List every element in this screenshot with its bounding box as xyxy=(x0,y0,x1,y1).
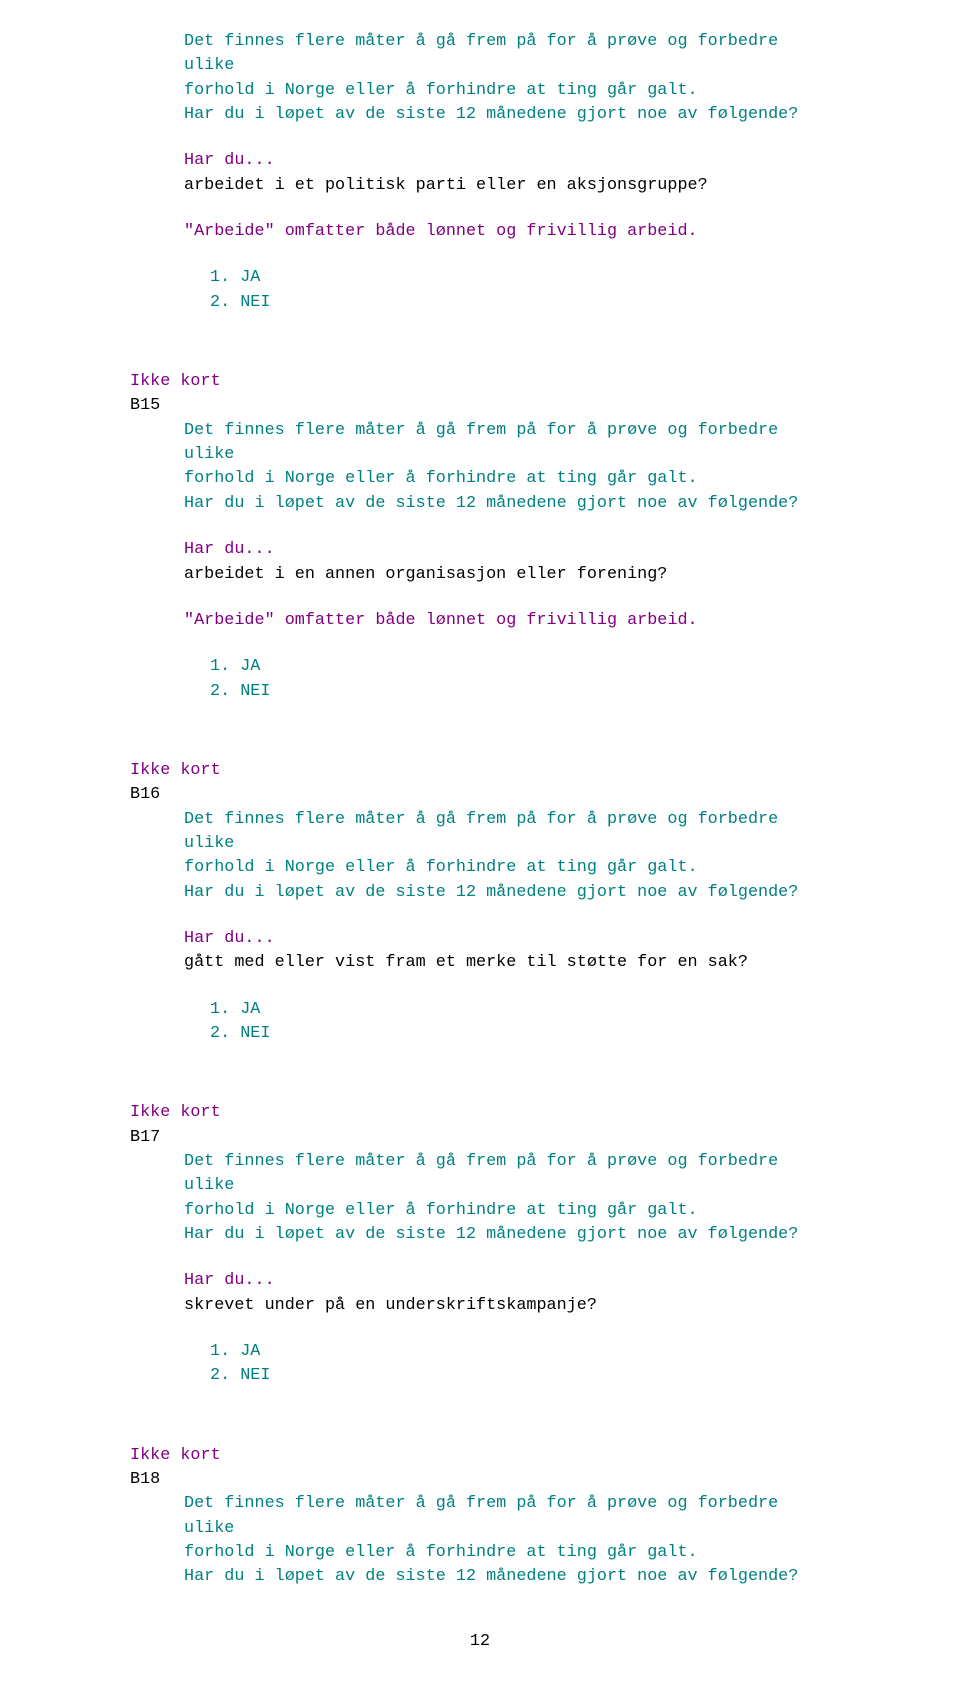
intro-line: Har du i løpet av de siste 12 månedene g… xyxy=(184,1565,830,1589)
card-note: Ikke kort xyxy=(130,1444,830,1468)
question-b15: Ikke kort B15 Det finnes flere måter å g… xyxy=(130,370,830,704)
lead-in: Har du... xyxy=(184,1269,830,1293)
question-code: B17 xyxy=(130,1126,830,1150)
lead-in: Har du... xyxy=(184,538,830,562)
card-note: Ikke kort xyxy=(130,370,830,394)
answer-option: 1. JA xyxy=(210,1340,830,1364)
intro-line: Har du i løpet av de siste 12 månedene g… xyxy=(184,103,830,127)
question-item: arbeidet i en annen organisasjon eller f… xyxy=(184,563,830,587)
question-b17: Ikke kort B17 Det finnes flere måter å g… xyxy=(130,1101,830,1388)
intro-line: Det finnes flere måter å gå frem på for … xyxy=(184,808,830,857)
question-item: skrevet under på en underskriftskampanje… xyxy=(184,1294,830,1318)
answer-option: 2. NEI xyxy=(210,680,830,704)
question-b16: Ikke kort B16 Det finnes flere måter å g… xyxy=(130,759,830,1046)
intro-line: Det finnes flere måter å gå frem på for … xyxy=(184,419,830,468)
intro-line: Har du i løpet av de siste 12 månedene g… xyxy=(184,881,830,905)
intro-line: Det finnes flere måter å gå frem på for … xyxy=(184,30,830,79)
card-note: Ikke kort xyxy=(130,759,830,783)
question-code: B15 xyxy=(130,394,830,418)
intro-line: Har du i løpet av de siste 12 månedene g… xyxy=(184,1223,830,1247)
intro-line: forhold i Norge eller å forhindre at tin… xyxy=(184,856,830,880)
question-item: gått med eller vist fram et merke til st… xyxy=(184,951,830,975)
question-b14: Det finnes flere måter å gå frem på for … xyxy=(130,30,830,315)
document-page: Det finnes flere måter å gå frem på for … xyxy=(0,0,960,1685)
intro-line: forhold i Norge eller å forhindre at tin… xyxy=(184,1199,830,1223)
intro-line: Det finnes flere måter å gå frem på for … xyxy=(184,1150,830,1199)
answer-option: 1. JA xyxy=(210,266,830,290)
intro-line: Har du i løpet av de siste 12 månedene g… xyxy=(184,492,830,516)
card-note: Ikke kort xyxy=(130,1101,830,1125)
question-note: "Arbeide" omfatter både lønnet og frivil… xyxy=(184,609,830,633)
intro-line: forhold i Norge eller å forhindre at tin… xyxy=(184,79,830,103)
intro-line: Det finnes flere måter å gå frem på for … xyxy=(184,1492,830,1541)
question-b18: Ikke kort B18 Det finnes flere måter å g… xyxy=(130,1444,830,1590)
answer-option: 1. JA xyxy=(210,998,830,1022)
lead-in: Har du... xyxy=(184,927,830,951)
answer-option: 1. JA xyxy=(210,655,830,679)
question-note: "Arbeide" omfatter både lønnet og frivil… xyxy=(184,220,830,244)
answer-option: 2. NEI xyxy=(210,1364,830,1388)
question-code: B18 xyxy=(130,1468,830,1492)
intro-line: forhold i Norge eller å forhindre at tin… xyxy=(184,467,830,491)
answer-option: 2. NEI xyxy=(210,291,830,315)
lead-in: Har du... xyxy=(184,149,830,173)
intro-line: forhold i Norge eller å forhindre at tin… xyxy=(184,1541,830,1565)
answer-option: 2. NEI xyxy=(210,1022,830,1046)
question-item: arbeidet i et politisk parti eller en ak… xyxy=(184,174,830,198)
question-code: B16 xyxy=(130,783,830,807)
page-number: 12 xyxy=(0,1630,960,1654)
